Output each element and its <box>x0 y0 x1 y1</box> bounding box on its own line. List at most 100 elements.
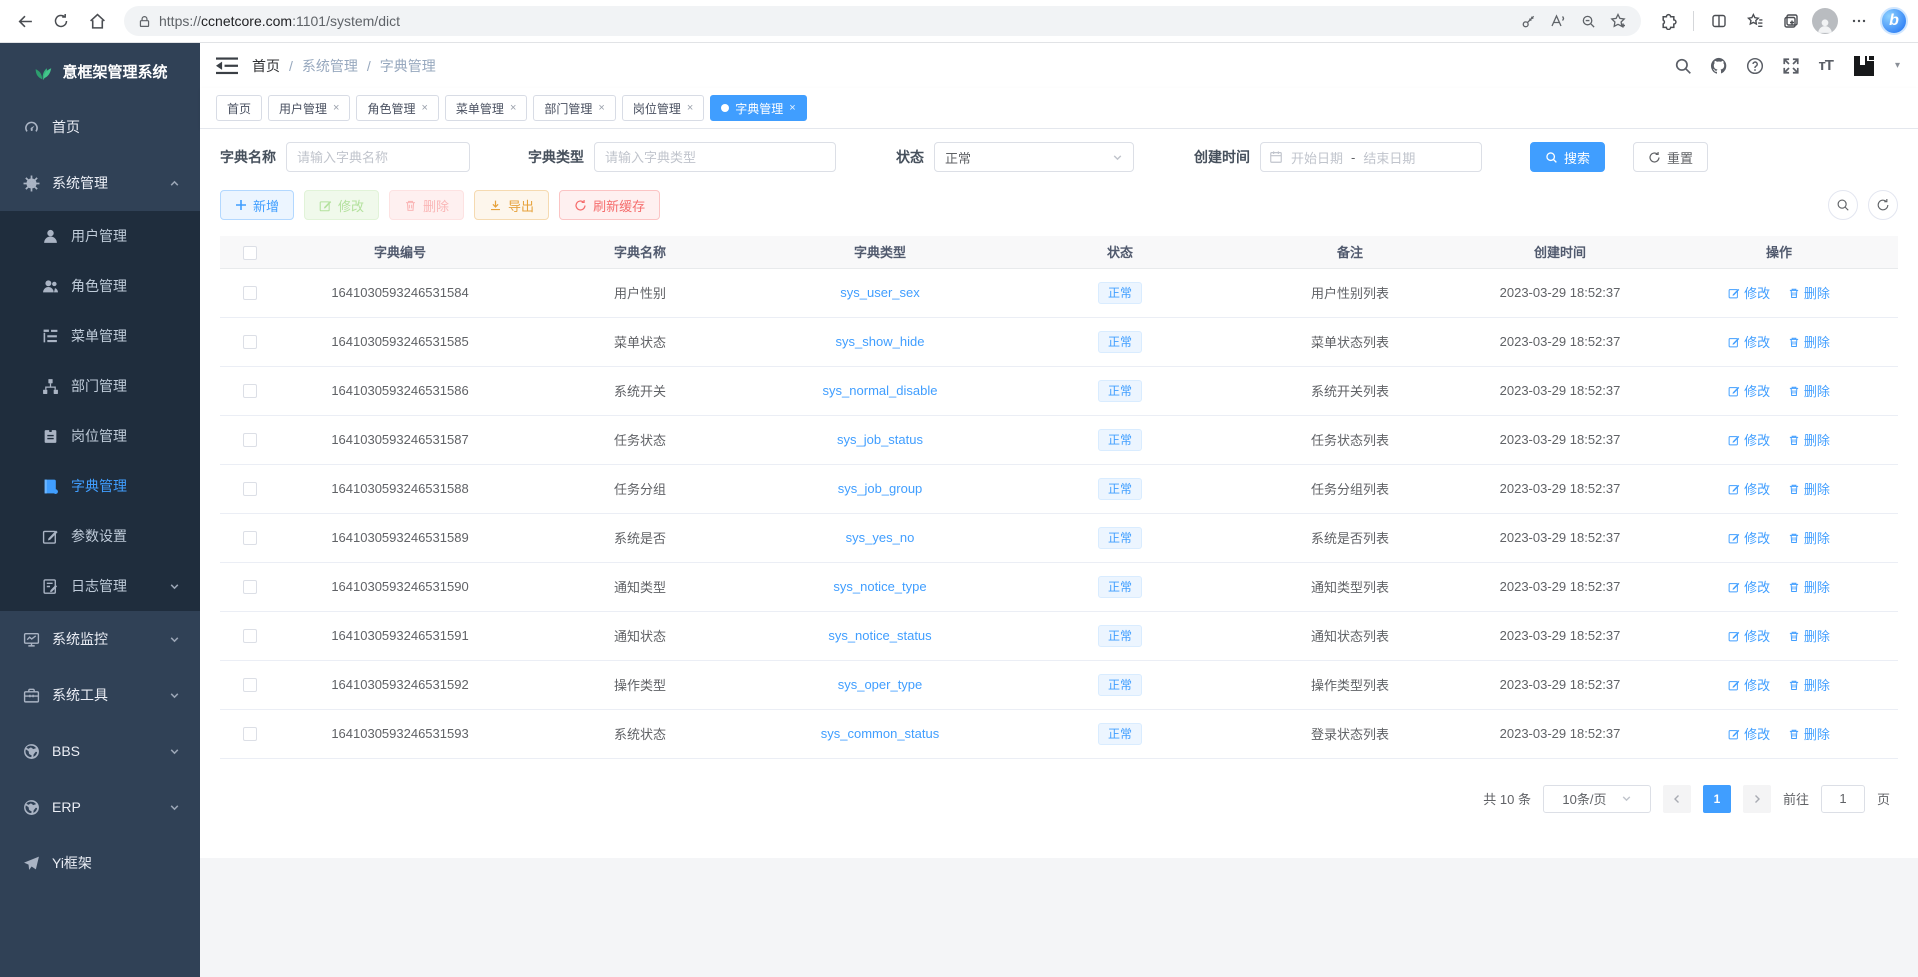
refresh-table-button[interactable] <box>1868 190 1898 220</box>
dict-type-link[interactable]: sys_user_sex <box>840 285 919 300</box>
sidebar-item-dict-mgmt[interactable]: 字典管理 <box>0 461 200 511</box>
row-checkbox[interactable] <box>243 678 257 692</box>
zoom-out-icon[interactable] <box>1575 8 1601 34</box>
dict-type-link[interactable]: sys_oper_type <box>838 677 923 692</box>
status-select[interactable]: 正常 <box>934 142 1134 172</box>
row-checkbox[interactable] <box>243 727 257 741</box>
row-edit-link[interactable]: 修改 <box>1728 528 1770 547</box>
sidebar-item-sys-tools[interactable]: 系统工具 <box>0 667 200 723</box>
caret-down-icon[interactable]: ▾ <box>1895 60 1900 71</box>
tab-close-icon[interactable]: × <box>598 102 604 114</box>
row-delete-link[interactable]: 删除 <box>1788 577 1830 596</box>
row-delete-link[interactable]: 删除 <box>1788 724 1830 743</box>
row-delete-link[interactable]: 删除 <box>1788 332 1830 351</box>
github-icon[interactable] <box>1710 57 1728 75</box>
row-delete-link[interactable]: 删除 <box>1788 528 1830 547</box>
sidebar-collapse-icon[interactable] <box>216 56 238 76</box>
date-range-picker[interactable]: 开始日期 - 结束日期 <box>1260 142 1482 172</box>
browser-home-button[interactable] <box>82 6 112 36</box>
tab-home[interactable]: 首页 <box>216 95 262 121</box>
row-checkbox[interactable] <box>243 433 257 447</box>
row-edit-link[interactable]: 修改 <box>1728 332 1770 351</box>
row-checkbox[interactable] <box>243 384 257 398</box>
favorites-bar-icon[interactable] <box>1740 6 1770 36</box>
row-edit-link[interactable]: 修改 <box>1728 724 1770 743</box>
tab-dept-mgmt[interactable]: 部门管理× <box>533 95 615 121</box>
browser-back-button[interactable] <box>10 6 40 36</box>
row-edit-link[interactable]: 修改 <box>1728 577 1770 596</box>
collections-icon[interactable] <box>1776 6 1806 36</box>
browser-menu-icon[interactable] <box>1844 6 1874 36</box>
row-edit-link[interactable]: 修改 <box>1728 675 1770 694</box>
row-checkbox[interactable] <box>243 629 257 643</box>
row-edit-link[interactable]: 修改 <box>1728 283 1770 302</box>
refresh-cache-button[interactable]: 刷新缓存 <box>559 190 660 220</box>
tab-close-icon[interactable]: × <box>333 102 339 114</box>
dict-type-link[interactable]: sys_job_group <box>838 481 923 496</box>
row-edit-link[interactable]: 修改 <box>1728 626 1770 645</box>
sidebar-item-log-mgmt[interactable]: 日志管理 <box>0 561 200 611</box>
prev-page-button[interactable] <box>1663 785 1691 813</box>
dict-type-link[interactable]: sys_show_hide <box>836 334 925 349</box>
corner-logo[interactable] <box>1851 53 1877 79</box>
export-button[interactable]: 导出 <box>474 190 549 220</box>
row-checkbox[interactable] <box>243 531 257 545</box>
sidebar-item-erp[interactable]: ERP <box>0 779 200 835</box>
row-checkbox[interactable] <box>243 335 257 349</box>
sidebar-item-post-mgmt[interactable]: 岗位管理 <box>0 411 200 461</box>
next-page-button[interactable] <box>1743 785 1771 813</box>
row-edit-link[interactable]: 修改 <box>1728 430 1770 449</box>
app-logo-area[interactable]: 意框架管理系统 <box>0 43 200 99</box>
breadcrumb-home[interactable]: 首页 <box>252 56 280 76</box>
row-delete-link[interactable]: 删除 <box>1788 479 1830 498</box>
sidebar-item-param-settings[interactable]: 参数设置 <box>0 511 200 561</box>
split-screen-icon[interactable] <box>1704 6 1734 36</box>
select-all-checkbox[interactable] <box>243 246 257 260</box>
dict-type-link[interactable]: sys_notice_status <box>828 628 931 643</box>
dict-type-link[interactable]: sys_yes_no <box>846 530 915 545</box>
address-bar[interactable]: https://ccnetcore.com:1101/system/dict <box>124 6 1641 36</box>
site-lock-icon[interactable] <box>138 15 151 28</box>
row-checkbox[interactable] <box>243 580 257 594</box>
reset-button[interactable]: 重置 <box>1633 142 1708 172</box>
favorite-star-icon[interactable] <box>1605 8 1631 34</box>
read-aloud-icon[interactable] <box>1545 8 1571 34</box>
goto-page-input[interactable] <box>1821 785 1865 813</box>
delete-button[interactable]: 删除 <box>389 190 464 220</box>
sidebar-item-yi-framework[interactable]: Yi框架 <box>0 835 200 891</box>
fullscreen-icon[interactable] <box>1782 57 1800 75</box>
sidebar-item-dept-mgmt[interactable]: 部门管理 <box>0 361 200 411</box>
row-checkbox[interactable] <box>243 286 257 300</box>
row-delete-link[interactable]: 删除 <box>1788 430 1830 449</box>
password-key-icon[interactable] <box>1515 8 1541 34</box>
row-edit-link[interactable]: 修改 <box>1728 381 1770 400</box>
sidebar-item-home[interactable]: 首页 <box>0 99 200 155</box>
tab-user-mgmt[interactable]: 用户管理× <box>268 95 350 121</box>
sidebar-item-system-mgmt[interactable]: 系统管理 <box>0 155 200 211</box>
row-edit-link[interactable]: 修改 <box>1728 479 1770 498</box>
row-delete-link[interactable]: 删除 <box>1788 675 1830 694</box>
row-checkbox[interactable] <box>243 482 257 496</box>
sidebar-item-sys-monitor[interactable]: 系统监控 <box>0 611 200 667</box>
tab-close-icon[interactable]: × <box>421 102 427 114</box>
add-button[interactable]: 新增 <box>220 190 294 220</box>
edit-button[interactable]: 修改 <box>304 190 379 220</box>
sidebar-item-menu-mgmt[interactable]: 菜单管理 <box>0 311 200 361</box>
copilot-icon[interactable]: b <box>1880 7 1908 35</box>
tab-role-mgmt[interactable]: 角色管理× <box>356 95 438 121</box>
header-search-icon[interactable] <box>1674 57 1692 75</box>
row-delete-link[interactable]: 删除 <box>1788 381 1830 400</box>
dict-type-link[interactable]: sys_notice_type <box>833 579 926 594</box>
help-icon[interactable] <box>1746 57 1764 75</box>
dict-type-link[interactable]: sys_normal_disable <box>823 383 938 398</box>
search-button[interactable]: 搜索 <box>1530 142 1605 172</box>
extensions-icon[interactable] <box>1653 6 1683 36</box>
row-delete-link[interactable]: 删除 <box>1788 626 1830 645</box>
tab-close-icon[interactable]: × <box>510 102 516 114</box>
breadcrumb-system[interactable]: 系统管理 <box>302 56 358 76</box>
dict-name-input[interactable] <box>286 142 470 172</box>
profile-avatar[interactable] <box>1812 8 1838 34</box>
font-size-icon[interactable]: тT <box>1818 57 1833 74</box>
row-delete-link[interactable]: 删除 <box>1788 283 1830 302</box>
tab-close-icon[interactable]: × <box>789 102 795 114</box>
